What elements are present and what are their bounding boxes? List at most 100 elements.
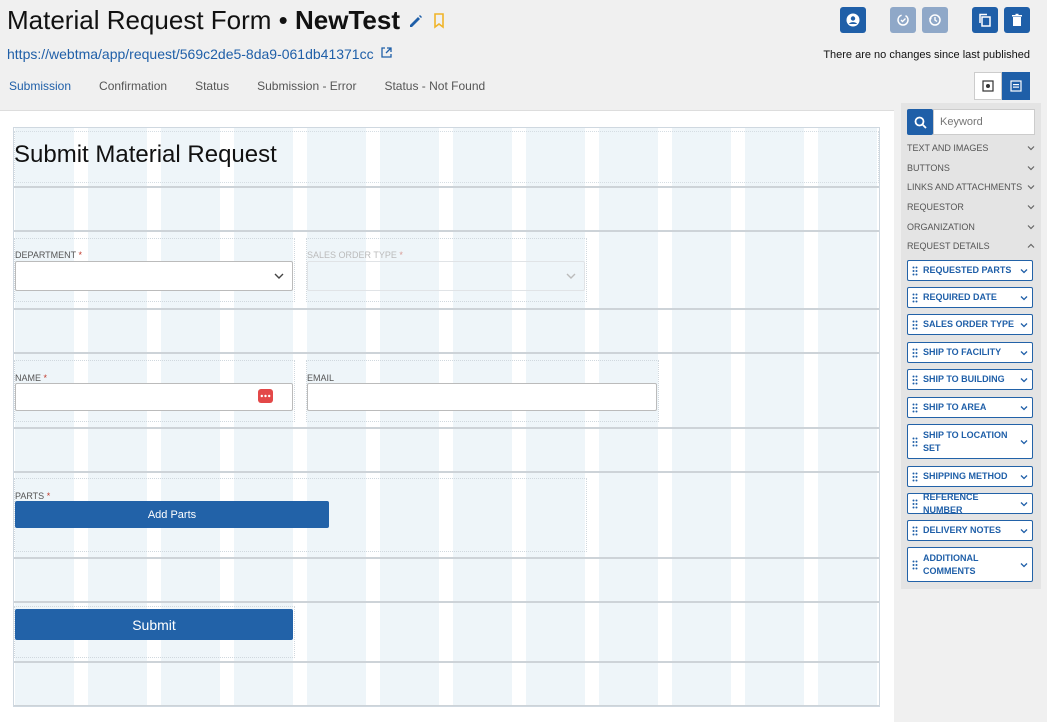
- grid-column: [672, 128, 731, 706]
- add-parts-button[interactable]: Add Parts: [15, 501, 329, 528]
- palette-item-label: DELIVERY NOTES: [923, 525, 1002, 535]
- row-divider: [14, 308, 879, 310]
- chevron-down-icon: [1027, 146, 1035, 151]
- history-button[interactable]: [922, 7, 948, 33]
- page-tabs: Submission Confirmation Status Submissio…: [9, 79, 485, 93]
- user-button[interactable]: [840, 7, 866, 33]
- edit-pencil-icon[interactable]: [406, 11, 426, 31]
- palette-item-label: ADDITIONAL COMMENTS: [923, 552, 979, 576]
- drag-handle-icon[interactable]: [912, 499, 918, 509]
- form-url-link[interactable]: https://webtma/app/request/569c2de5-8da9…: [7, 46, 393, 62]
- copy-button[interactable]: [972, 7, 998, 33]
- drag-handle-icon[interactable]: [912, 293, 918, 303]
- palette-item-label: SHIP TO LOCATION SET: [923, 429, 1008, 453]
- chevron-down-icon: [1027, 185, 1035, 190]
- palette-category-label: TEXT AND IMAGES: [907, 143, 989, 153]
- drag-handle-icon[interactable]: [912, 472, 918, 482]
- palette-category[interactable]: BUTTONS: [907, 163, 1035, 173]
- tab-status[interactable]: Status: [195, 79, 229, 93]
- palette-item[interactable]: SALES ORDER TYPE: [907, 314, 1033, 335]
- email-label: EMAIL: [307, 373, 335, 383]
- palette-item[interactable]: SHIP TO AREA: [907, 397, 1033, 418]
- parts-label: PARTS *: [15, 491, 51, 501]
- page-title: Material Request Form • NewTest: [7, 5, 449, 36]
- department-select[interactable]: [15, 261, 293, 291]
- palette-category[interactable]: LINKS AND ATTACHMENTS: [907, 182, 1035, 192]
- department-label: DEPARTMENT *: [15, 250, 83, 260]
- palette-category[interactable]: ORGANIZATION: [907, 222, 1035, 232]
- palette-category[interactable]: REQUEST DETAILS: [907, 241, 1035, 251]
- delete-button[interactable]: [1004, 7, 1030, 33]
- form-heading: Submit Material Request: [14, 141, 277, 168]
- sales-order-type-select[interactable]: [307, 261, 585, 291]
- drag-handle-icon[interactable]: [912, 526, 918, 536]
- tab-submission[interactable]: Submission: [9, 79, 71, 93]
- copy-icon: [979, 13, 991, 27]
- palette-item[interactable]: REFERENCE NUMBER: [907, 491, 1033, 515]
- chevron-down-icon[interactable]: [1020, 321, 1028, 329]
- form-url[interactable]: https://webtma/app/request/569c2de5-8da9…: [7, 46, 374, 62]
- palette-item[interactable]: SHIPPING METHOD: [907, 466, 1033, 487]
- row-divider: [14, 601, 879, 603]
- drag-handle-icon[interactable]: [912, 403, 918, 413]
- external-link-icon[interactable]: [380, 46, 393, 62]
- palette-item[interactable]: REQUESTED PARTS: [907, 260, 1033, 281]
- chevron-down-icon: [1027, 205, 1035, 210]
- palette-item[interactable]: SHIP TO BUILDING: [907, 369, 1033, 390]
- form-layout-icon: [1010, 80, 1022, 92]
- drag-handle-icon[interactable]: [912, 266, 918, 276]
- design-view-button[interactable]: [1002, 72, 1030, 100]
- name-input[interactable]: [15, 383, 293, 411]
- chevron-down-icon[interactable]: [1020, 349, 1028, 357]
- preview-view-button[interactable]: [974, 72, 1002, 100]
- chevron-down-icon: [566, 273, 576, 279]
- palette-search-input[interactable]: [933, 109, 1035, 135]
- bookmark-icon[interactable]: [429, 11, 449, 31]
- chevron-down-icon[interactable]: [1020, 404, 1028, 412]
- palette-item[interactable]: SHIP TO LOCATION SET: [907, 424, 1033, 459]
- drag-handle-icon[interactable]: [912, 437, 918, 447]
- chevron-down-icon[interactable]: [1020, 294, 1028, 302]
- palette-item-label: SHIP TO AREA: [923, 402, 987, 412]
- palette-category-label: ORGANIZATION: [907, 222, 975, 232]
- palette-item-label: SHIP TO BUILDING: [923, 374, 1005, 384]
- chevron-down-icon[interactable]: [1020, 438, 1028, 446]
- chevron-down-icon[interactable]: [1020, 561, 1028, 569]
- tab-confirmation[interactable]: Confirmation: [99, 79, 167, 93]
- row-divider: [14, 705, 879, 706]
- palette-item[interactable]: REQUIRED DATE: [907, 287, 1033, 308]
- palette-item[interactable]: DELIVERY NOTES: [907, 520, 1033, 541]
- palette-category-label: REQUEST DETAILS: [907, 241, 990, 251]
- palette-item[interactable]: SHIP TO FACILITY: [907, 342, 1033, 363]
- row-divider: [14, 427, 879, 429]
- sync-button[interactable]: [890, 7, 916, 33]
- chevron-down-icon[interactable]: [1020, 500, 1028, 508]
- drag-handle-icon[interactable]: [912, 348, 918, 358]
- sales-order-type-label: SALES ORDER TYPE *: [307, 250, 403, 260]
- palette-category[interactable]: REQUESTOR: [907, 202, 1035, 212]
- tab-status-not-found[interactable]: Status - Not Found: [384, 79, 485, 93]
- chevron-down-icon[interactable]: [1020, 527, 1028, 535]
- tab-submission-error[interactable]: Submission - Error: [257, 79, 356, 93]
- drag-handle-icon[interactable]: [912, 320, 918, 330]
- chevron-down-icon[interactable]: [1020, 376, 1028, 384]
- row-divider: [14, 471, 879, 473]
- form-title-prefix: Material Request Form •: [7, 5, 288, 35]
- row-divider: [14, 661, 879, 663]
- palette-item[interactable]: ADDITIONAL COMMENTS: [907, 547, 1033, 582]
- palette-search-button[interactable]: [907, 109, 933, 135]
- chevron-down-icon: [274, 273, 284, 279]
- publish-status: There are no changes since last publishe…: [823, 49, 1030, 61]
- chevron-down-icon[interactable]: [1020, 267, 1028, 275]
- palette-item-label: SHIPPING METHOD: [923, 471, 1008, 481]
- submit-button[interactable]: Submit: [15, 609, 293, 640]
- row-divider: [14, 352, 879, 354]
- drag-handle-icon[interactable]: [912, 375, 918, 385]
- palette-item-label: REFERENCE NUMBER: [923, 491, 979, 515]
- name-label: NAME *: [15, 373, 48, 383]
- drag-handle-icon[interactable]: [912, 560, 918, 570]
- palette-category[interactable]: TEXT AND IMAGES: [907, 143, 1035, 153]
- chevron-down-icon[interactable]: [1020, 473, 1028, 481]
- email-input[interactable]: [307, 383, 657, 411]
- password-manager-icon[interactable]: [258, 389, 273, 403]
